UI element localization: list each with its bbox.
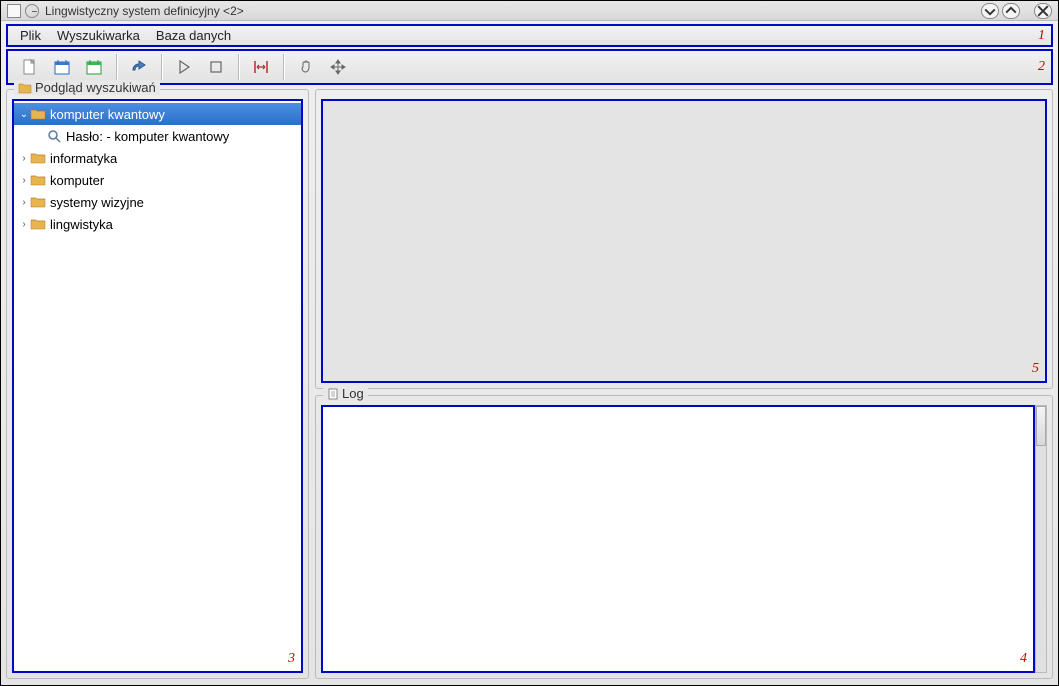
- tree-node-label: komputer kwantowy: [50, 107, 165, 122]
- search-preview-panel: Podgląd wyszukiwań ⌄komputer kwantowyHas…: [6, 89, 309, 679]
- menu-wyszukiwarka[interactable]: Wyszukiwarka: [49, 26, 148, 45]
- canvas-area[interactable]: 5: [321, 99, 1047, 383]
- chevron-right-icon[interactable]: ›: [18, 153, 30, 164]
- chevron-right-icon[interactable]: ›: [18, 219, 30, 230]
- toolbar-separator: [283, 54, 284, 80]
- tree-node-label: informatyka: [50, 151, 117, 166]
- log-area[interactable]: 4: [321, 405, 1035, 673]
- document-icon: [327, 388, 339, 400]
- annotation-4: 4: [1020, 651, 1027, 667]
- tree-child-label: Hasło: - komputer kwantowy: [66, 129, 229, 144]
- stop-button[interactable]: [203, 54, 229, 80]
- minimize-button[interactable]: [981, 3, 999, 19]
- chevron-right-icon[interactable]: ›: [18, 197, 30, 208]
- canvas-panel: 5: [315, 89, 1053, 389]
- annotation-2: 2: [1038, 59, 1045, 75]
- log-scrollbar[interactable]: [1035, 405, 1047, 673]
- tree-node-label: lingwistyka: [50, 217, 113, 232]
- app-window: Lingwistyczny system definicyjny <2> Pli…: [0, 0, 1059, 686]
- search-tree[interactable]: ⌄ komputer kwantowy Hasło: - komputer kwan…: [12, 99, 303, 673]
- tree-node-label: komputer: [50, 173, 104, 188]
- hand-tool-button[interactable]: [293, 54, 319, 80]
- move-tool-icon: [329, 58, 347, 76]
- tree-node-label: systemy wizyjne: [50, 195, 144, 210]
- menu-baza-danych[interactable]: Baza danych: [148, 26, 239, 45]
- maximize-button[interactable]: [1002, 3, 1020, 19]
- tree-node[interactable]: › komputer: [14, 169, 301, 191]
- tree-node[interactable]: › systemy wizyjne: [14, 191, 301, 213]
- annotation-5: 5: [1032, 361, 1039, 377]
- tree-node[interactable]: ⌄ komputer kwantowy: [14, 103, 301, 125]
- chevron-right-icon[interactable]: ›: [18, 175, 30, 186]
- titlebar: Lingwistyczny system definicyjny <2>: [1, 1, 1058, 21]
- hand-tool-icon: [297, 58, 315, 76]
- chevron-down-icon[interactable]: ⌄: [18, 109, 30, 120]
- run-process-icon: [130, 58, 148, 76]
- toolbar-separator: [161, 54, 162, 80]
- tree-child[interactable]: Hasło: - komputer kwantowy: [14, 125, 301, 147]
- play-button[interactable]: [171, 54, 197, 80]
- calendar-blue-icon: [53, 58, 71, 76]
- tree-node[interactable]: › informatyka: [14, 147, 301, 169]
- move-tool-button[interactable]: [325, 54, 351, 80]
- fit-width-icon: [252, 58, 270, 76]
- log-panel: Log 4: [315, 395, 1053, 679]
- new-document-icon: [21, 58, 39, 76]
- calendar-green-button[interactable]: [81, 54, 107, 80]
- play-icon: [175, 58, 193, 76]
- menu-plik[interactable]: Plik: [12, 26, 49, 45]
- body-area: Podgląd wyszukiwań ⌄komputer kwantowyHas…: [6, 89, 1053, 679]
- calendar-green-icon: [85, 58, 103, 76]
- fit-width-button[interactable]: [248, 54, 274, 80]
- calendar-blue-button[interactable]: [49, 54, 75, 80]
- annotation-1: 1: [1038, 28, 1045, 44]
- stop-icon: [207, 58, 225, 76]
- menubar: Plik Wyszukiwarka Baza danych 1: [6, 24, 1053, 47]
- app-icon: [7, 4, 21, 18]
- toolbar-separator: [238, 54, 239, 80]
- spinner-icon: [25, 4, 39, 18]
- annotation-3: 3: [288, 651, 295, 667]
- new-document-button[interactable]: [17, 54, 43, 80]
- run-process-button[interactable]: [126, 54, 152, 80]
- toolbar-separator: [116, 54, 117, 80]
- toolbar: 2: [6, 49, 1053, 85]
- search-preview-title: Podgląd wyszukiwań: [14, 80, 160, 95]
- scrollbar-thumb[interactable]: [1036, 406, 1046, 446]
- close-button[interactable]: [1034, 3, 1052, 19]
- window-title: Lingwistyczny system definicyjny <2>: [45, 4, 978, 18]
- tree-node[interactable]: › lingwistyka: [14, 213, 301, 235]
- log-title: Log: [323, 386, 368, 401]
- folder-icon: [18, 82, 32, 94]
